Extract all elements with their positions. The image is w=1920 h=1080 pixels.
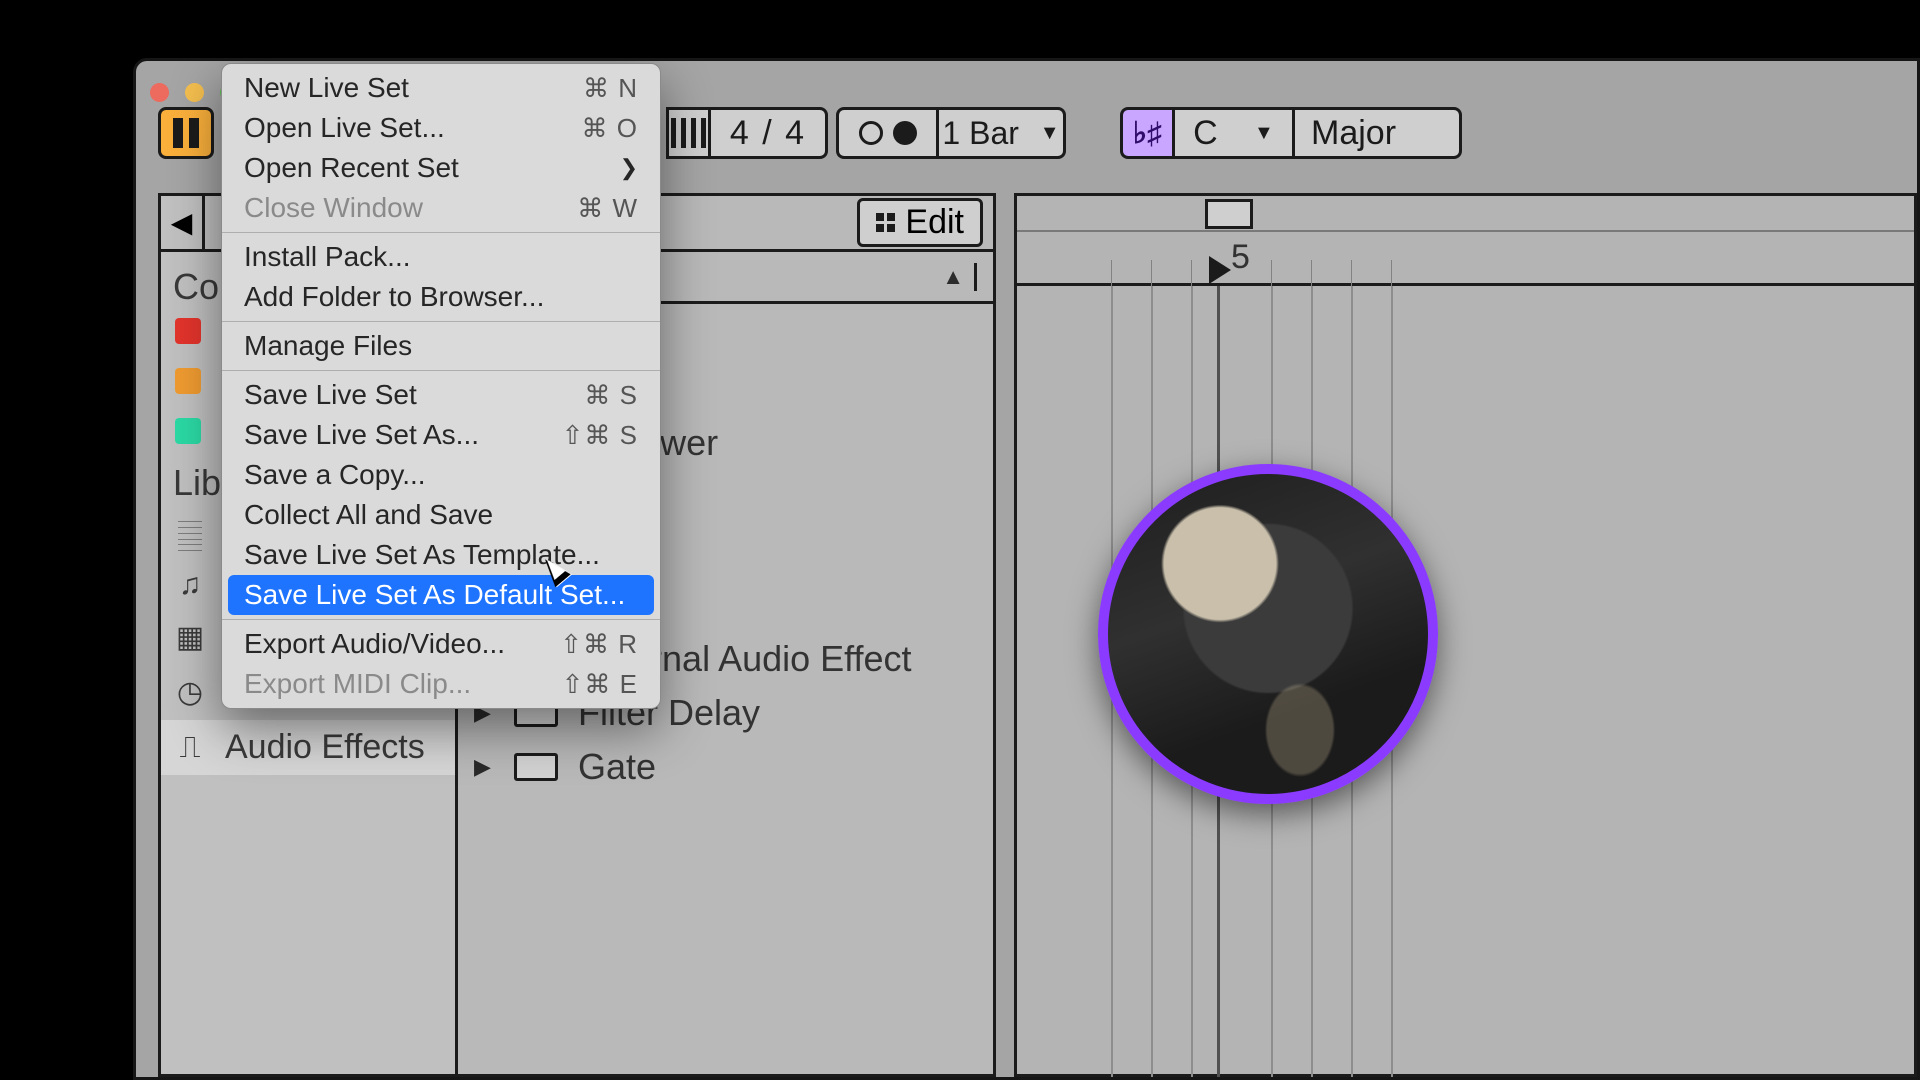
key-dropdown[interactable]: C ▼ — [1172, 107, 1292, 159]
library-label: Audio Effects — [225, 728, 425, 767]
eq-icon: ⎍ — [173, 731, 207, 765]
close-icon[interactable] — [150, 83, 169, 102]
menu-shortcut: ⌘ N — [583, 73, 638, 104]
clock-icon: ◷ — [173, 675, 207, 710]
sharp-flat-toggle[interactable]: ♭♯ — [1120, 107, 1172, 159]
menu-item[interactable]: Open Recent Set ❯ — [222, 148, 660, 188]
metronome-off-icon — [859, 121, 883, 145]
menu-item-label: Manage Files — [244, 330, 412, 362]
device-item[interactable]: ▶ Gate — [458, 740, 993, 794]
note-icon: ♫ — [173, 568, 207, 602]
scale-dropdown[interactable]: Major — [1292, 107, 1462, 159]
triangle-up-icon: ▲ — [942, 264, 964, 290]
menu-item[interactable]: Save Live Set As... ⇧⌘ S — [222, 415, 660, 455]
pads-icon: ▦ — [173, 620, 207, 655]
timeline-ruler[interactable] — [1017, 196, 1914, 232]
grid-icon[interactable] — [666, 107, 708, 159]
device-name: Gate — [578, 746, 656, 788]
menu-item[interactable]: Collect All and Save — [222, 495, 660, 535]
menu-separator — [222, 370, 660, 371]
chevron-down-icon: ▼ — [1040, 122, 1060, 145]
minimize-icon[interactable] — [185, 83, 204, 102]
menu-item-label: Install Pack... — [244, 241, 411, 273]
menu-item-label: Save Live Set As... — [244, 419, 479, 451]
key-value: C — [1193, 114, 1218, 153]
menu-item-label: Collect All and Save — [244, 499, 493, 531]
beat-marker: 5 — [1231, 238, 1250, 277]
menu-shortcut: ⌘ O — [582, 113, 638, 144]
transport-toggle[interactable] — [158, 107, 214, 159]
cursor-bar-icon — [974, 263, 977, 291]
menu-separator — [222, 232, 660, 233]
webcam-overlay — [1098, 464, 1438, 804]
menu-shortcut: ⇧⌘ E — [562, 669, 638, 700]
chevron-right-icon: ❯ — [620, 155, 638, 181]
collection-green[interactable] — [175, 418, 201, 444]
file-menu[interactable]: New Live Set ⌘ N Open Live Set... ⌘ O Open R… — [221, 63, 661, 709]
menu-item[interactable]: Save a Copy... — [222, 455, 660, 495]
menu-item-label: Add Folder to Browser... — [244, 281, 544, 313]
menu-item-label: Open Live Set... — [244, 112, 445, 144]
menu-item-label: Save a Copy... — [244, 459, 426, 491]
menu-item[interactable]: Manage Files — [222, 326, 660, 366]
library-item-audio-effects[interactable]: ⎍ Audio Effects — [161, 720, 455, 775]
menu-item-label: Close Window — [244, 192, 423, 224]
quantize-controls: 4 / 4 1 Bar ▼ — [666, 107, 1066, 159]
menu-item-label: New Live Set — [244, 72, 409, 104]
menu-item: Export MIDI Clip... ⇧⌘ E — [222, 664, 660, 704]
menu-separator — [222, 619, 660, 620]
edit-button[interactable]: Edit — [857, 198, 983, 247]
menu-item-label: Export MIDI Clip... — [244, 668, 471, 700]
menu-item-label: Save Live Set — [244, 379, 417, 411]
quantize-value: 1 Bar — [942, 115, 1018, 152]
menu-item[interactable]: Save Live Set ⌘ S — [222, 375, 660, 415]
metronome-on-icon — [893, 121, 917, 145]
scale-value: Major — [1311, 114, 1396, 153]
menu-shortcut: ⇧⌘ S — [562, 420, 638, 451]
menu-item[interactable]: Install Pack... — [222, 237, 660, 277]
menu-item[interactable]: Export Audio/Video... ⇧⌘ R — [222, 624, 660, 664]
playhead-icon[interactable] — [1209, 256, 1231, 284]
menu-shortcut: ⌘ S — [584, 380, 638, 411]
menu-item-label: Export Audio/Video... — [244, 628, 505, 660]
collection-red[interactable] — [175, 318, 201, 344]
time-signature[interactable]: 4 / 4 — [708, 107, 828, 159]
menu-item: Close Window ⌘ W — [222, 188, 660, 228]
menu-item[interactable]: Open Live Set... ⌘ O — [222, 108, 660, 148]
nav-back-button[interactable]: ◀ — [161, 196, 205, 249]
timeline-beat-ruler[interactable]: 5 — [1017, 232, 1914, 286]
menu-item-label: Save Live Set As Default Set... — [244, 579, 625, 611]
key-scale-controls: ♭♯ C ▼ Major — [1120, 107, 1462, 159]
metronome-toggle[interactable] — [836, 107, 936, 159]
menu-item-label: Open Recent Set — [244, 152, 459, 184]
menu-item[interactable]: Save Live Set As Template... — [222, 535, 660, 575]
menu-shortcut: ⌘ W — [577, 193, 638, 224]
menu-item[interactable]: Add Folder to Browser... — [222, 277, 660, 317]
loop-brace[interactable] — [1205, 199, 1253, 229]
app-window: 4 / 4 1 Bar ▼ ♭♯ C ▼ Major ◀ Col — [133, 58, 1920, 1080]
grid-icon — [876, 213, 895, 232]
waveform-icon: 𝄛 — [173, 518, 207, 552]
chevron-down-icon: ▼ — [1254, 122, 1274, 145]
device-icon — [514, 753, 558, 781]
disclose-icon: ▶ — [474, 754, 494, 780]
menu-shortcut: ⇧⌘ R — [560, 629, 638, 660]
menu-item[interactable]: Save Live Set As Default Set... — [228, 575, 654, 615]
collection-orange[interactable] — [175, 368, 201, 394]
pause-icon — [173, 118, 199, 148]
edit-label: Edit — [905, 203, 964, 242]
menu-separator — [222, 321, 660, 322]
quantize-dropdown[interactable]: 1 Bar ▼ — [936, 107, 1066, 159]
menu-item[interactable]: New Live Set ⌘ N — [222, 68, 660, 108]
